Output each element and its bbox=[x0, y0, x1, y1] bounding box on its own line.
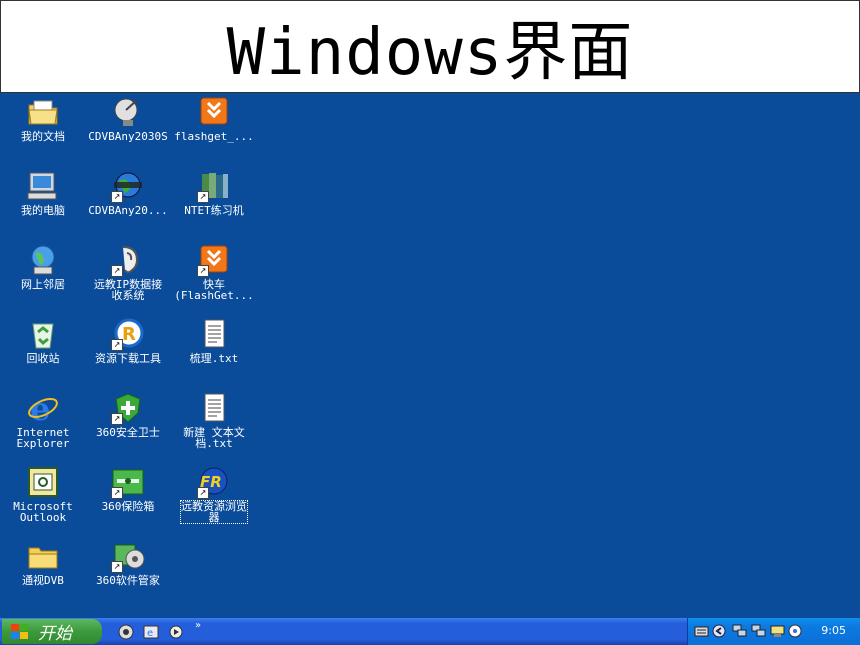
desktop-icon-shuli-txt[interactable]: 梳理.txt bbox=[171, 317, 257, 364]
desktop-icon-cdvbany2030s[interactable]: CDVBAny2030S bbox=[85, 95, 171, 142]
text-file-icon bbox=[197, 391, 231, 425]
shortcut-arrow-icon: ↗ bbox=[111, 339, 123, 351]
text-file-icon bbox=[197, 317, 231, 351]
network2-icon[interactable] bbox=[751, 624, 766, 638]
desktop-icon-ie[interactable]: e Internet Explorer bbox=[0, 390, 86, 449]
folder-icon bbox=[26, 539, 60, 573]
fr-browser-icon: FR ↗ bbox=[197, 465, 231, 499]
desktop-icon-my-documents[interactable]: 我的文档 bbox=[0, 95, 86, 142]
desktop-icon-new-text-txt[interactable]: 新建 文本文 档.txt bbox=[171, 391, 257, 449]
recycle-bin-icon bbox=[26, 317, 60, 351]
shortcut-arrow-icon: ↗ bbox=[111, 487, 123, 499]
desktop-icon-my-computer[interactable]: 我的电脑 bbox=[0, 169, 86, 216]
desktop-icon-flashget[interactable]: ↗ 快车 (FlashGet... bbox=[171, 243, 257, 301]
desktop-icon-ntet[interactable]: ↗ NTET练习机 bbox=[171, 169, 257, 216]
my-computer-icon bbox=[26, 169, 60, 203]
back-arrow-icon[interactable] bbox=[712, 624, 727, 638]
svg-text:e: e bbox=[147, 628, 153, 639]
ear-receiver-icon: ↗ bbox=[111, 243, 145, 277]
books-icon: ↗ bbox=[197, 169, 231, 203]
show-desktop-icon[interactable] bbox=[118, 624, 134, 640]
system-tray: 9:05 bbox=[687, 618, 860, 645]
shortcut-arrow-icon: ↗ bbox=[111, 413, 123, 425]
start-label: 开始 bbox=[38, 624, 72, 644]
security-icon[interactable] bbox=[788, 624, 803, 638]
desktop-icon-resource-browser[interactable]: FR ↗ 远教资源浏览 器 bbox=[171, 465, 257, 524]
start-button[interactable]: 开始 bbox=[2, 619, 102, 644]
flashget-icon bbox=[197, 95, 231, 129]
clock[interactable]: 9:05 bbox=[821, 624, 846, 637]
desktop-icon-dvb-folder[interactable]: 通视DVB bbox=[0, 539, 86, 586]
svg-text:R: R bbox=[122, 324, 136, 345]
desktop-icon-resource-download[interactable]: R ↗ 资源下载工具 bbox=[85, 317, 171, 364]
desktop-icon-360-software[interactable]: ↗ 360软件管家 bbox=[85, 539, 171, 586]
desktop-icon-network[interactable]: 网上邻居 bbox=[0, 243, 86, 290]
flashget-icon: ↗ bbox=[197, 243, 231, 277]
network-icon[interactable] bbox=[732, 624, 747, 638]
desktop-icon-recycle-bin[interactable]: 回收站 bbox=[0, 317, 86, 364]
network-places-icon bbox=[26, 243, 60, 277]
keyboard-icon[interactable] bbox=[694, 624, 709, 638]
slide-title: Windows界面 bbox=[226, 15, 634, 90]
shortcut-arrow-icon: ↗ bbox=[111, 265, 123, 277]
internet-explorer-icon: e bbox=[26, 390, 60, 428]
shield-plus-icon: ↗ bbox=[111, 391, 145, 425]
shortcut-arrow-icon: ↗ bbox=[197, 265, 209, 277]
outlook-icon bbox=[26, 465, 60, 499]
taskbar: 开始 e » 9:05 bbox=[0, 618, 860, 645]
globe-film-icon: ↗ bbox=[111, 169, 145, 203]
shortcut-arrow-icon: ↗ bbox=[197, 191, 209, 203]
svg-text:e: e bbox=[30, 391, 50, 425]
desktop-icon-cdvbany20[interactable]: ↗ CDVBAny20... bbox=[85, 169, 171, 216]
satellite-dish-icon bbox=[111, 95, 145, 129]
shortcut-arrow-icon: ↗ bbox=[197, 487, 209, 499]
ie-quicklaunch-icon[interactable]: e bbox=[143, 624, 159, 640]
media-icon[interactable] bbox=[168, 624, 184, 640]
desktop-icon-360-safe[interactable]: ↗ 360保险箱 bbox=[85, 465, 171, 512]
desktop-icon-360-security[interactable]: ↗ 360安全卫士 bbox=[85, 391, 171, 438]
shortcut-arrow-icon: ↗ bbox=[111, 191, 123, 203]
shortcut-arrow-icon: ↗ bbox=[111, 561, 123, 573]
software-manager-icon: ↗ bbox=[111, 539, 145, 573]
desktop-icon-ip-receiver[interactable]: ↗ 远教IP数据接 收系统 bbox=[85, 243, 171, 301]
my-documents-icon bbox=[26, 95, 60, 129]
quicklaunch-chevron[interactable]: » bbox=[195, 620, 201, 631]
windows-logo-icon bbox=[11, 623, 28, 639]
display-icon[interactable] bbox=[770, 624, 785, 638]
slide-title-banner: Windows界面 bbox=[0, 0, 860, 93]
safe-box-icon: ↗ bbox=[111, 465, 145, 499]
r-download-icon: R ↗ bbox=[111, 317, 145, 351]
desktop[interactable]: 我的文档 我的电脑 网上邻居 回收站 e Internet Explorer M… bbox=[0, 93, 860, 618]
desktop-icon-flashget-file[interactable]: flashget_... bbox=[171, 95, 257, 142]
desktop-icon-outlook[interactable]: Microsoft Outlook bbox=[0, 465, 86, 523]
